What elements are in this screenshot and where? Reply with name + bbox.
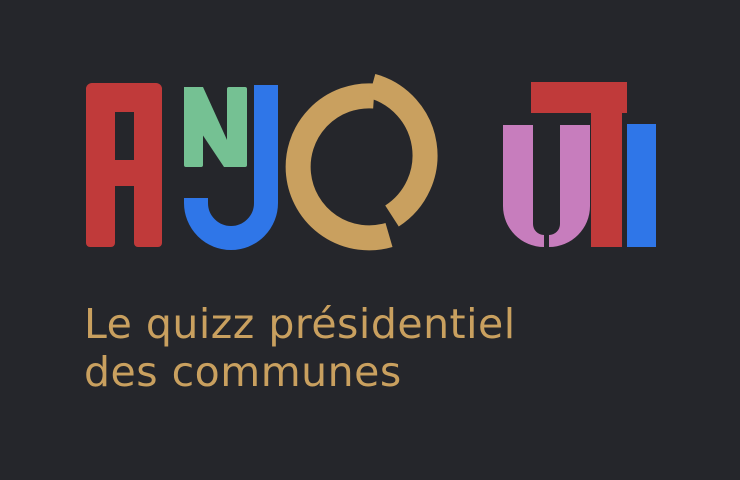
splash-screen: Le quizz présidentiel des communes	[0, 0, 740, 480]
tagline: Le quizz présidentiel des communes	[84, 300, 704, 396]
logo-letter-u	[503, 125, 590, 247]
tagline-line-1: Le quizz présidentiel	[84, 300, 516, 348]
logo-letter-e	[627, 124, 656, 247]
anjoute-logo	[86, 73, 656, 251]
logo-letter-n	[184, 87, 247, 167]
logo-letter-o	[285, 73, 438, 251]
tagline-line-2: des communes	[84, 348, 402, 396]
logo-letter-a	[86, 83, 162, 247]
